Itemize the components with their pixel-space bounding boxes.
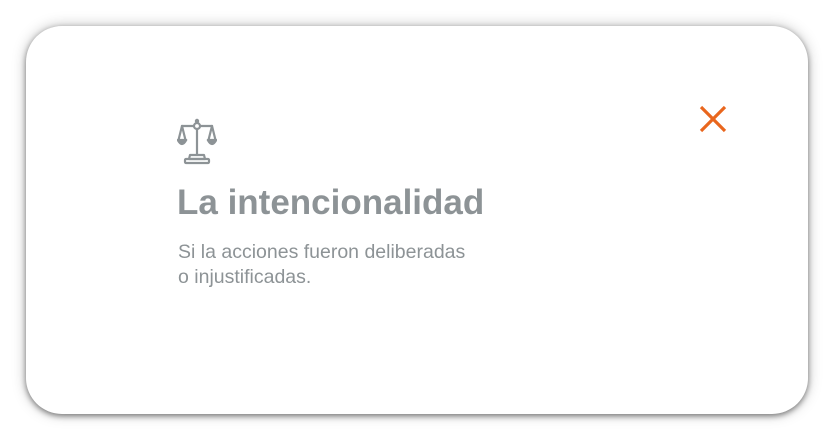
description-line: o injustificadas. [178,266,312,288]
page: La intencionalidad Si la acciones fueron… [0,0,835,442]
balance-scale-icon [176,117,218,165]
info-dialog: La intencionalidad Si la acciones fueron… [26,26,808,414]
dialog-title: La intencionalidad [177,183,485,222]
close-button[interactable] [698,104,728,134]
description-line: Si la acciones fueron deliberadas [178,241,466,263]
dialog-description: Si la acciones fueron deliberadas o inju… [178,240,518,290]
close-icon [699,105,727,133]
